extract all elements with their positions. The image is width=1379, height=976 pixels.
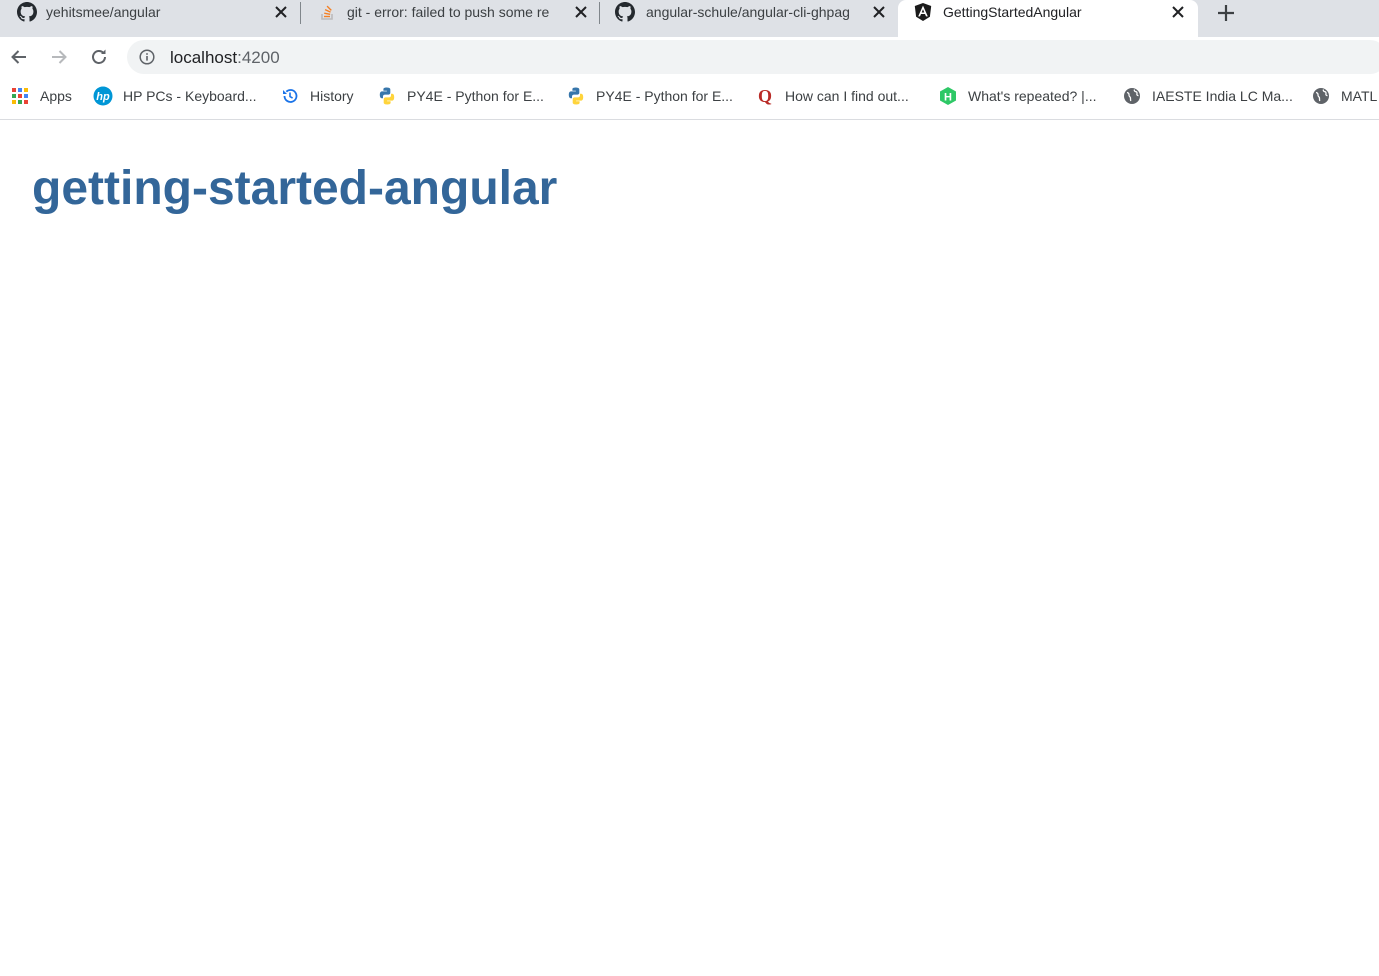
close-tab-icon[interactable]: [572, 3, 590, 21]
bookmark-label: How can I find out...: [785, 88, 909, 104]
svg-text:hp: hp: [96, 91, 110, 103]
svg-text:H: H: [944, 91, 952, 103]
globe-icon: [1122, 86, 1142, 106]
url-port: :4200: [237, 48, 280, 67]
url-host: localhost: [170, 48, 238, 67]
info-icon[interactable]: [139, 49, 155, 65]
hp-icon: hp: [93, 86, 113, 106]
page-title: getting-started-angular: [32, 162, 558, 215]
tab-title: yehitsmee/angular: [46, 4, 161, 20]
github-icon: [17, 2, 37, 22]
tab-yehitsmee-angular[interactable]: yehitsmee/angular: [0, 0, 300, 37]
tab-getting-started-angular[interactable]: GettingStartedAngular: [898, 0, 1198, 37]
svg-text:Q: Q: [758, 86, 772, 106]
bookmark-py4e-2[interactable]: PY4E - Python for E...: [566, 84, 733, 108]
bookmark-label: PY4E - Python for E...: [596, 88, 733, 104]
close-tab-icon[interactable]: [272, 3, 290, 21]
globe-icon: [1311, 86, 1331, 106]
hackerrank-icon: H: [938, 86, 958, 106]
bookmark-hp-pcs[interactable]: hp HP PCs - Keyboard...: [93, 84, 257, 108]
bookmark-label: History: [310, 88, 354, 104]
bookmark-hackerrank[interactable]: H What's repeated? |...: [938, 84, 1097, 108]
plus-icon[interactable]: [1214, 1, 1238, 25]
apps-grid-icon: [10, 86, 30, 106]
angular-icon: [913, 2, 933, 22]
bookmark-apps[interactable]: Apps: [10, 84, 72, 108]
forward-arrow-icon[interactable]: [47, 45, 71, 69]
bookmark-py4e-1[interactable]: PY4E - Python for E...: [377, 84, 544, 108]
bookmark-quora[interactable]: Q How can I find out...: [755, 84, 909, 108]
tab-strip: yehitsmee/angular git - error: failed to…: [0, 0, 1379, 37]
tab-title: angular-schule/angular-cli-ghpag: [646, 4, 850, 20]
bookmark-matl[interactable]: MATL: [1311, 84, 1377, 108]
bookmark-iaeste[interactable]: IAESTE India LC Ma...: [1122, 84, 1293, 108]
github-icon: [615, 2, 635, 22]
python-icon: [566, 86, 586, 106]
python-icon: [377, 86, 397, 106]
bookmark-history[interactable]: History: [280, 84, 354, 108]
browser-toolbar: localhost:4200: [0, 37, 1379, 76]
quora-icon: Q: [755, 86, 775, 106]
tab-title: GettingStartedAngular: [943, 4, 1082, 20]
back-arrow-icon[interactable]: [7, 45, 31, 69]
tab-angular-cli-ghpages[interactable]: angular-schule/angular-cli-ghpag: [600, 0, 897, 37]
tab-title: git - error: failed to push some re: [347, 4, 550, 20]
reload-icon[interactable]: [87, 45, 111, 69]
bookmark-label: MATL: [1341, 88, 1378, 104]
bookmarks-bar: Apps hp HP PCs - Keyboard... History PY4…: [0, 76, 1379, 120]
tab-git-error[interactable]: git - error: failed to push some re: [301, 0, 599, 37]
bookmark-label: Apps: [40, 88, 72, 104]
bookmark-label: PY4E - Python for E...: [407, 88, 544, 104]
address-bar[interactable]: localhost:4200: [127, 40, 1379, 74]
close-tab-icon[interactable]: [1169, 3, 1187, 21]
stackoverflow-icon: [318, 2, 338, 22]
bookmark-label: HP PCs - Keyboard...: [123, 88, 257, 104]
history-icon: [280, 86, 300, 106]
bookmark-label: IAESTE India LC Ma...: [1152, 88, 1293, 104]
close-tab-icon[interactable]: [870, 3, 888, 21]
address-url: localhost:4200: [170, 48, 280, 68]
bookmark-label: What's repeated? |...: [968, 88, 1097, 104]
